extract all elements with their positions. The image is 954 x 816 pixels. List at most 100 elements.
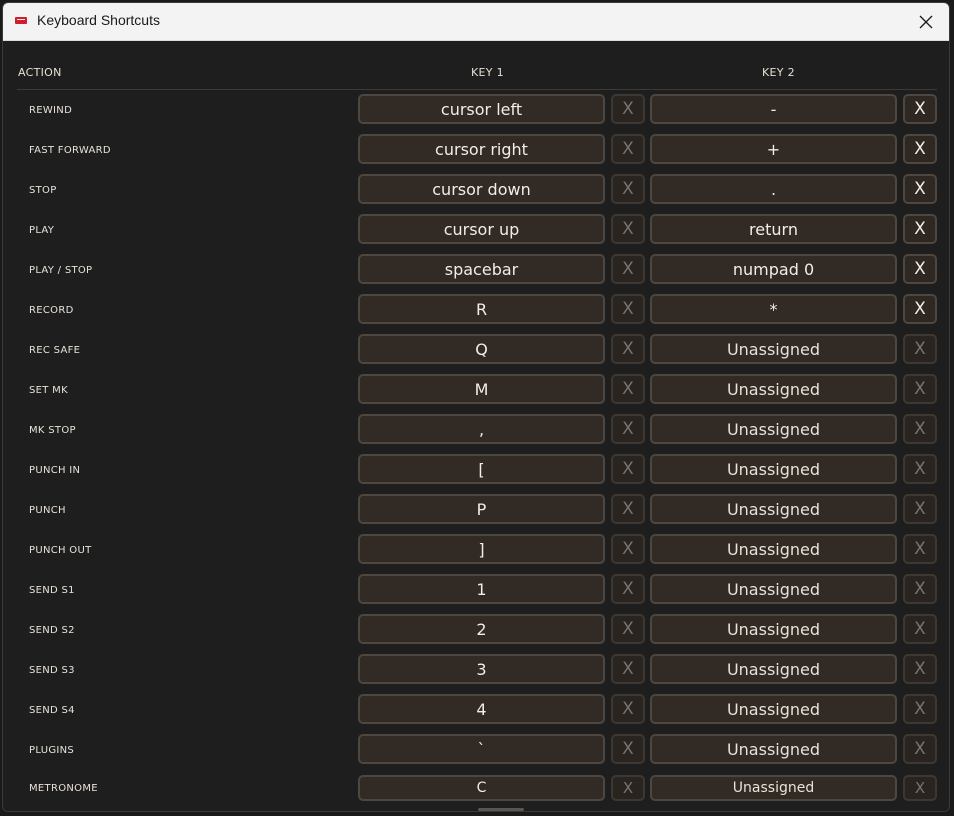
shortcut-row: SEND S1 1 X Unassigned X <box>3 571 949 611</box>
clear-key2-button[interactable]: X <box>903 214 937 244</box>
clear-key2-button[interactable]: X <box>903 254 937 284</box>
key1-binding-button[interactable]: C <box>358 775 605 801</box>
key2-binding-button[interactable]: return <box>650 214 897 244</box>
key2-binding-button[interactable]: Unassigned <box>650 414 897 444</box>
clear-key2-button[interactable]: X <box>903 374 937 404</box>
title-bar: Keyboard Shortcuts <box>3 3 949 41</box>
clear-key2-button[interactable]: X <box>903 454 937 484</box>
clear-key1-button[interactable]: X <box>611 414 645 444</box>
clear-key1-button[interactable]: X <box>611 334 645 364</box>
key2-binding-button[interactable]: * <box>650 294 897 324</box>
clear-key2-button[interactable]: X <box>903 494 937 524</box>
action-column-header: ACTION <box>18 66 62 79</box>
key2-binding-button[interactable]: Unassigned <box>650 734 897 764</box>
clear-key1-button[interactable]: X <box>611 574 645 604</box>
shortcut-row: PLUGINS ` X Unassigned X <box>3 731 949 771</box>
shortcuts-panel: ACTION KEY 1 KEY 2 REWIND cursor left X - X F… <box>3 41 949 811</box>
key1-binding-button[interactable]: cursor down <box>358 174 605 204</box>
key1-binding-button[interactable]: cursor up <box>358 214 605 244</box>
clear-key2-button[interactable]: X <box>903 294 937 324</box>
clear-key2-button[interactable]: X <box>903 775 937 801</box>
key2-binding-button[interactable]: Unassigned <box>650 694 897 724</box>
key1-binding-button[interactable]: cursor left <box>358 94 605 124</box>
shortcut-row: FAST FORWARD cursor right X + X <box>3 131 949 171</box>
clear-key1-button[interactable]: X <box>611 734 645 764</box>
scroll-indicator[interactable] <box>478 808 524 811</box>
clear-key2-button[interactable]: X <box>903 614 937 644</box>
key1-binding-button[interactable]: Q <box>358 334 605 364</box>
key1-binding-button[interactable]: 3 <box>358 654 605 684</box>
key2-binding-button[interactable]: Unassigned <box>650 614 897 644</box>
key2-binding-button[interactable]: Unassigned <box>650 374 897 404</box>
key2-column-header: KEY 2 <box>762 66 795 79</box>
close-window-button[interactable] <box>903 3 949 40</box>
action-label: FAST FORWARD <box>29 145 111 156</box>
shortcut-row: SEND S4 4 X Unassigned X <box>3 691 949 731</box>
action-label: REWIND <box>29 105 73 116</box>
clear-key1-button[interactable]: X <box>611 214 645 244</box>
clear-key1-button[interactable]: X <box>611 694 645 724</box>
key1-binding-button[interactable]: 4 <box>358 694 605 724</box>
key1-binding-button[interactable]: [ <box>358 454 605 484</box>
action-label: PUNCH IN <box>29 465 81 476</box>
clear-key1-button[interactable]: X <box>611 254 645 284</box>
key1-binding-button[interactable]: P <box>358 494 605 524</box>
key1-binding-button[interactable]: , <box>358 414 605 444</box>
clear-key1-button[interactable]: X <box>611 174 645 204</box>
key1-binding-button[interactable]: 1 <box>358 574 605 604</box>
action-label: PUNCH OUT <box>29 545 92 556</box>
key2-binding-button[interactable]: . <box>650 174 897 204</box>
clear-key1-button[interactable]: X <box>611 294 645 324</box>
clear-key1-button[interactable]: X <box>611 134 645 164</box>
key2-binding-button[interactable]: + <box>650 134 897 164</box>
clear-key2-button[interactable]: X <box>903 174 937 204</box>
key2-binding-button[interactable]: Unassigned <box>650 454 897 484</box>
shortcut-row: PUNCH OUT] X Unassigned X <box>3 531 949 571</box>
shortcut-row: PUNCH IN[X Unassigned X <box>3 451 949 491</box>
shortcut-row: REC SAFE Q X Unassigned X <box>3 331 949 371</box>
clear-key1-button[interactable]: X <box>611 94 645 124</box>
keyboard-shortcuts-window: Keyboard Shortcuts ACTION KEY 1 KEY 2 RE… <box>2 2 950 812</box>
action-label: PLAY / STOP <box>29 265 93 276</box>
clear-key2-button[interactable]: X <box>903 694 937 724</box>
key2-binding-button[interactable]: Unassigned <box>650 494 897 524</box>
key2-binding-button[interactable]: Unassigned <box>650 574 897 604</box>
key1-binding-button[interactable]: ` <box>358 734 605 764</box>
action-label: SEND S2 <box>29 625 75 636</box>
key2-binding-button[interactable]: - <box>650 94 897 124</box>
key1-binding-button[interactable]: cursor right <box>358 134 605 164</box>
clear-key1-button[interactable]: X <box>611 654 645 684</box>
action-label: SEND S1 <box>29 585 75 596</box>
key1-binding-button[interactable]: R <box>358 294 605 324</box>
action-label: RECORD <box>29 305 74 316</box>
key2-binding-button[interactable]: Unassigned <box>650 654 897 684</box>
shortcut-row: SET MK M X Unassigned X <box>3 371 949 411</box>
action-label: SEND S4 <box>29 705 75 716</box>
key2-binding-button[interactable]: Unassigned <box>650 534 897 564</box>
clear-key2-button[interactable]: X <box>903 654 937 684</box>
clear-key2-button[interactable]: X <box>903 534 937 564</box>
key1-binding-button[interactable]: spacebar <box>358 254 605 284</box>
key1-binding-button[interactable]: 2 <box>358 614 605 644</box>
close-icon <box>919 15 933 28</box>
clear-key2-button[interactable]: X <box>903 94 937 124</box>
key2-binding-button[interactable]: Unassigned <box>650 775 897 801</box>
window-title: Keyboard Shortcuts <box>37 12 160 28</box>
clear-key2-button[interactable]: X <box>903 734 937 764</box>
key2-binding-button[interactable]: Unassigned <box>650 334 897 364</box>
clear-key1-button[interactable]: X <box>611 775 645 801</box>
clear-key1-button[interactable]: X <box>611 374 645 404</box>
clear-key1-button[interactable]: X <box>611 454 645 484</box>
key1-binding-button[interactable]: ] <box>358 534 605 564</box>
action-label: METRONOME <box>29 783 98 794</box>
shortcut-row: STOP cursor down X. X <box>3 171 949 211</box>
key1-binding-button[interactable]: M <box>358 374 605 404</box>
key2-binding-button[interactable]: numpad 0 <box>650 254 897 284</box>
clear-key1-button[interactable]: X <box>611 534 645 564</box>
clear-key1-button[interactable]: X <box>611 494 645 524</box>
clear-key2-button[interactable]: X <box>903 414 937 444</box>
clear-key2-button[interactable]: X <box>903 334 937 364</box>
clear-key2-button[interactable]: X <box>903 574 937 604</box>
clear-key1-button[interactable]: X <box>611 614 645 644</box>
clear-key2-button[interactable]: X <box>903 134 937 164</box>
